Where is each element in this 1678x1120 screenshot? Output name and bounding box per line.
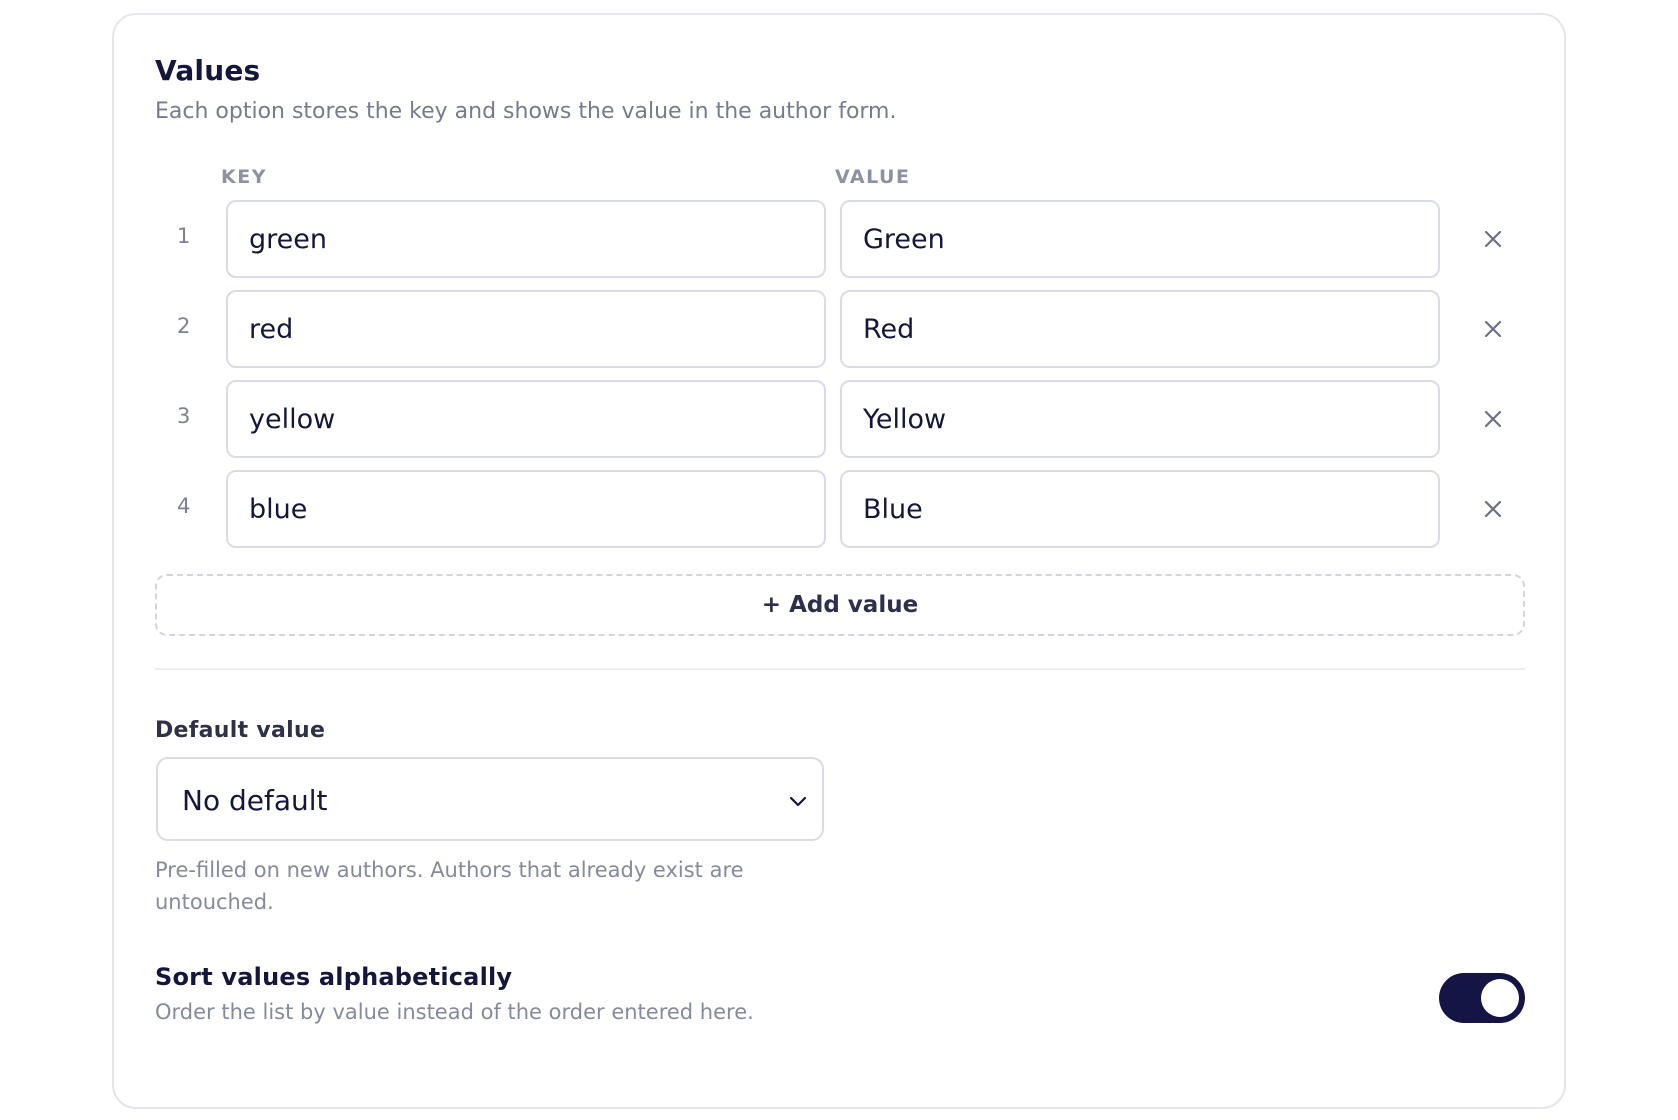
sort-alphabetically-label: Sort values alphabetically [155, 963, 513, 991]
value-input[interactable] [840, 470, 1440, 548]
add-value-button[interactable]: + Add value [155, 574, 1525, 636]
section-description: Each option stores the key and shows the… [155, 99, 897, 124]
default-value-selected: No default [182, 784, 328, 817]
close-icon [1484, 320, 1502, 338]
key-input[interactable] [226, 380, 826, 458]
chevron-down-icon [789, 796, 807, 807]
toggle-knob [1481, 979, 1519, 1017]
divider [155, 668, 1525, 670]
key-input[interactable] [226, 470, 826, 548]
value-input[interactable] [840, 290, 1440, 368]
value-input[interactable] [840, 380, 1440, 458]
key-input[interactable] [226, 290, 826, 368]
sort-alphabetically-toggle[interactable] [1439, 973, 1525, 1023]
value-column-header: VALUE [835, 166, 911, 188]
remove-row-button[interactable] [1473, 309, 1513, 349]
default-value-help: Pre-filled on new authors. Authors that … [155, 858, 744, 914]
value-row: 1 [155, 200, 1525, 278]
close-icon [1484, 230, 1502, 248]
remove-row-button[interactable] [1473, 489, 1513, 529]
row-number: 2 [177, 314, 191, 338]
row-number: 4 [177, 494, 191, 518]
row-number: 1 [177, 224, 191, 248]
sort-alphabetically-help: Order the list by value instead of the o… [155, 1000, 754, 1024]
default-value-select[interactable]: No default [156, 757, 824, 841]
value-row: 2 [155, 290, 1525, 368]
default-value-label: Default value [155, 718, 326, 743]
key-column-header: KEY [221, 166, 267, 188]
remove-row-button[interactable] [1473, 399, 1513, 439]
section-title: Values [155, 54, 261, 87]
value-input[interactable] [840, 200, 1440, 278]
value-row: 3 [155, 380, 1525, 458]
key-input[interactable] [226, 200, 826, 278]
close-icon [1484, 500, 1502, 518]
value-row: 4 [155, 470, 1525, 548]
close-icon [1484, 410, 1502, 428]
row-number: 3 [177, 404, 191, 428]
remove-row-button[interactable] [1473, 219, 1513, 259]
